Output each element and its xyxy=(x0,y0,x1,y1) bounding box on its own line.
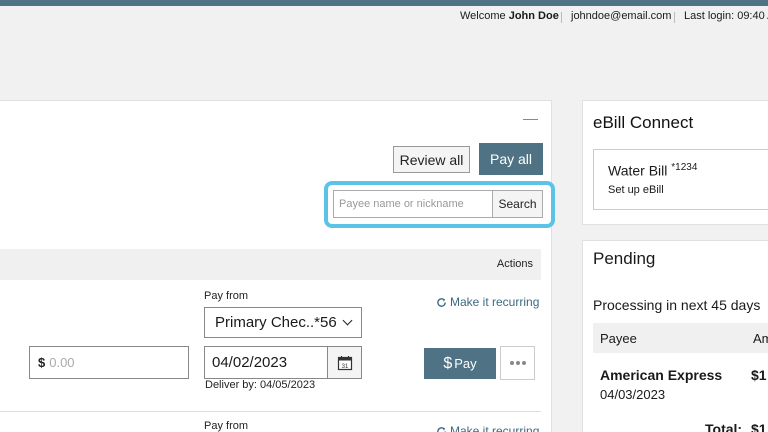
calendar-button[interactable]: 31 xyxy=(327,346,362,379)
divider xyxy=(674,12,675,23)
pay-from-select[interactable]: Primary Chec..*56 xyxy=(204,307,362,338)
refresh-icon xyxy=(437,297,446,307)
make-recurring-link[interactable]: Make it recurring xyxy=(436,295,539,309)
ebill-card[interactable]: Water Bill *1234 Set up eBill xyxy=(593,149,768,210)
payee-column-header: Payee xyxy=(600,331,637,346)
search-input[interactable]: Payee name or nickname xyxy=(333,190,493,218)
more-dot-icon xyxy=(521,361,526,365)
refresh-icon xyxy=(437,426,446,432)
ebill-title: eBill Connect xyxy=(593,113,694,132)
more-dot-icon xyxy=(515,361,520,365)
welcome-text: Welcome John Doe xyxy=(460,10,559,22)
pending-row-amount: $1 xyxy=(751,367,767,383)
actions-column-header: Actions xyxy=(496,258,533,270)
more-options-button[interactable] xyxy=(500,346,535,380)
pending-row-date: 04/03/2023 xyxy=(600,387,666,402)
dollar-icon: $ xyxy=(443,354,453,372)
amount-placeholder: 0.00 xyxy=(49,355,75,370)
setup-ebill-link[interactable]: Set up eBill xyxy=(608,184,664,196)
chevron-down-icon xyxy=(342,315,353,326)
user-info-bar: Welcome John Doe johndoe@email.com Last … xyxy=(0,10,768,26)
last-login: Last login: 09:40 A xyxy=(684,10,768,22)
date-input[interactable]: 04/02/2023 xyxy=(204,346,328,379)
deliver-by-text: Deliver by: 04/05/2023 xyxy=(205,379,316,391)
more-dot-icon xyxy=(509,361,514,365)
calendar-icon: 31 xyxy=(337,355,352,370)
search-button[interactable]: Search xyxy=(492,190,543,218)
processing-label: Processing in next 45 days xyxy=(593,297,761,313)
pending-row-payee: American Express xyxy=(600,367,723,383)
bill-pay-panel: Review all Pay all Payee name or nicknam… xyxy=(0,100,555,432)
pay-from-label: Pay from xyxy=(204,290,249,302)
total-label: Total: xyxy=(705,421,743,432)
total-amount: $1 xyxy=(751,421,767,432)
pending-title: Pending xyxy=(593,249,656,268)
pay-from-value: Primary Chec..*56 xyxy=(215,314,337,331)
minimize-icon[interactable] xyxy=(523,119,538,120)
make-recurring-link-2[interactable]: Make it recurring xyxy=(436,424,539,432)
pending-table-header: Payee Am xyxy=(593,323,768,353)
top-accent-bar xyxy=(0,0,768,6)
calendar-day: 31 xyxy=(341,364,348,370)
ebill-connect-panel: eBill Connect Water Bill *1234 Set up eB… xyxy=(582,100,768,225)
amount-input[interactable]: $ 0.00 xyxy=(29,346,189,379)
currency-symbol: $ xyxy=(38,355,46,370)
row-divider xyxy=(0,411,541,412)
bill-name: Water Bill *1234 xyxy=(608,162,698,179)
review-all-button[interactable]: Review all xyxy=(393,146,470,173)
user-email: johndoe@email.com xyxy=(571,10,672,22)
pay-all-button[interactable]: Pay all xyxy=(479,143,543,175)
pay-from-label-2: Pay from xyxy=(204,420,249,432)
table-header-row: Actions xyxy=(0,249,541,280)
pending-panel: Pending Processing in next 45 days Payee… xyxy=(582,240,768,432)
search-placeholder: Payee name or nickname xyxy=(339,198,464,210)
amount-column-header: Am xyxy=(753,331,768,346)
user-name: John Doe xyxy=(508,10,559,22)
bill-account: *1234 xyxy=(671,162,698,173)
divider xyxy=(561,12,562,23)
pay-button[interactable]: $ Pay xyxy=(424,348,496,379)
